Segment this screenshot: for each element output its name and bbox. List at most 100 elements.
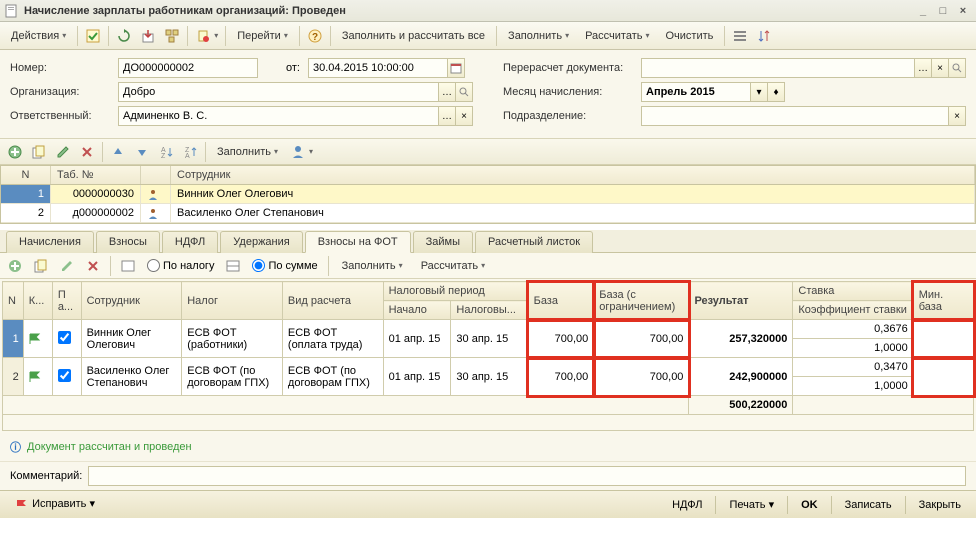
tab-copy-button[interactable]: [30, 255, 52, 277]
table-row[interactable]: 1 0000000030 Винник Олег Олегович: [1, 185, 975, 204]
print-button[interactable]: Печать ▾: [720, 494, 783, 515]
date-input[interactable]: [308, 58, 448, 78]
move-down-button[interactable]: [131, 141, 153, 163]
check-icon[interactable]: [52, 358, 81, 396]
help-button[interactable]: ?: [304, 25, 326, 47]
recalc-select-button[interactable]: …: [914, 58, 932, 78]
dept-input[interactable]: [641, 106, 949, 126]
recalc-label: Перерасчет документа:: [503, 62, 633, 74]
sort-desc-button[interactable]: ZA: [179, 141, 201, 163]
struct-button[interactable]: [161, 25, 183, 47]
tab-ndfl[interactable]: НДФЛ: [162, 231, 218, 253]
move-up-button[interactable]: [107, 141, 129, 163]
fix-button[interactable]: Исправить ▾: [6, 493, 104, 515]
org-label: Организация:: [10, 86, 110, 98]
dept-clear-button[interactable]: ×: [948, 106, 966, 126]
fill-calc-all-button[interactable]: Заполнить и рассчитать все: [335, 25, 492, 47]
employee-grid: N Таб. № Сотрудник 1 0000000030 Винник О…: [0, 165, 976, 224]
clear-button[interactable]: Очистить: [659, 25, 721, 47]
comment-label: Комментарий:: [10, 470, 82, 482]
resp-select-button[interactable]: …: [438, 106, 456, 126]
table-row[interactable]: 2 Василенко Олег Степанович ЕСВ ФОТ (по …: [3, 358, 974, 377]
by-tax-radio[interactable]: По налогу: [147, 259, 214, 272]
actions-menu[interactable]: Действия▾: [4, 25, 73, 47]
save-button[interactable]: Записать: [836, 495, 901, 515]
tab-add-button[interactable]: [4, 255, 26, 277]
tab-fill-menu[interactable]: Заполнить▾: [335, 255, 410, 277]
main-toolbar: Действия▾ ▾ Перейти▾ ? Заполнить и рассч…: [0, 22, 976, 50]
month-spin-button[interactable]: ♦: [767, 82, 785, 102]
month-label: Месяц начисления:: [503, 86, 633, 98]
col-tab[interactable]: Таб. №: [51, 166, 141, 184]
month-input[interactable]: [641, 82, 751, 102]
table-row[interactable]: 1 Винник Олег Олегович ЕСВ ФОТ (работник…: [3, 320, 974, 339]
tab-fot[interactable]: Взносы на ФОТ: [305, 231, 411, 253]
user-menu[interactable]: ▾: [287, 141, 316, 163]
sub-fill-menu[interactable]: Заполнить▾: [210, 141, 285, 163]
tab-deduct[interactable]: Удержания: [220, 231, 302, 253]
tab-view-button[interactable]: [117, 255, 139, 277]
import-button[interactable]: [137, 25, 159, 47]
maximize-button[interactable]: □: [934, 3, 952, 19]
calc-menu[interactable]: Рассчитать▾: [578, 25, 656, 47]
tab-calc-menu[interactable]: Рассчитать▾: [414, 255, 492, 277]
col-n[interactable]: N: [1, 166, 51, 184]
date-picker-button[interactable]: [447, 58, 465, 78]
flag-icon: [23, 320, 52, 358]
delete-row-button[interactable]: [76, 141, 98, 163]
org-select-button[interactable]: …: [438, 82, 456, 102]
status-text: Документ рассчитан и проведен: [27, 441, 192, 453]
tab-accruals[interactable]: Начисления: [6, 231, 94, 253]
tab-delete-button[interactable]: [82, 255, 104, 277]
by-sum-radio[interactable]: По сумме: [252, 259, 317, 272]
org-input[interactable]: [118, 82, 439, 102]
person-icon: [141, 185, 171, 203]
sort-asc-button[interactable]: AZ: [155, 141, 177, 163]
contributions-grid: N К... П а... Сотрудник Налог Вид расчет…: [2, 281, 974, 431]
attach-button[interactable]: ▾: [192, 25, 221, 47]
ndfl-button[interactable]: НДФЛ: [663, 495, 711, 515]
tab-edit-button[interactable]: [56, 255, 78, 277]
col-emp[interactable]: Сотрудник: [171, 166, 975, 184]
list-button[interactable]: [729, 25, 751, 47]
refresh-button[interactable]: [113, 25, 135, 47]
number-input[interactable]: [118, 58, 258, 78]
tab-loans[interactable]: Займы: [413, 231, 473, 253]
date-label: от:: [286, 62, 300, 74]
recalc-open-button[interactable]: [948, 58, 966, 78]
sort-button[interactable]: [753, 25, 775, 47]
resp-label: Ответственный:: [10, 110, 110, 122]
window-title: Начисление зарплаты работникам организац…: [24, 5, 914, 17]
copy-row-button[interactable]: [28, 141, 50, 163]
org-open-button[interactable]: [455, 82, 473, 102]
recalc-input[interactable]: [641, 58, 915, 78]
col-icon[interactable]: [141, 166, 171, 184]
check-icon[interactable]: [52, 320, 81, 358]
resp-input[interactable]: [118, 106, 439, 126]
svg-text:?: ?: [312, 32, 318, 43]
close-button[interactable]: ×: [954, 3, 972, 19]
doc-icon: [4, 3, 20, 19]
employee-toolbar: AZ ZA Заполнить▾ ▾: [0, 139, 976, 165]
tab-view2-button[interactable]: [222, 255, 244, 277]
ok-button[interactable]: OK: [792, 495, 827, 515]
svg-text:A: A: [185, 153, 190, 160]
close-link[interactable]: Закрыть: [910, 495, 970, 515]
goto-menu[interactable]: Перейти▾: [230, 25, 295, 47]
total-row: 500,220000: [3, 396, 974, 415]
table-row[interactable]: 2 д000000002 Василенко Олег Степанович: [1, 204, 975, 223]
post-button[interactable]: [82, 25, 104, 47]
fill-menu[interactable]: Заполнить▾: [501, 25, 576, 47]
person-icon: [141, 204, 171, 222]
minimize-button[interactable]: _: [914, 3, 932, 19]
month-dropdown-button[interactable]: ▾: [750, 82, 768, 102]
tab-payslip[interactable]: Расчетный листок: [475, 231, 593, 253]
add-row-button[interactable]: [4, 141, 26, 163]
recalc-clear-button[interactable]: ×: [931, 58, 949, 78]
resp-clear-button[interactable]: ×: [455, 106, 473, 126]
comment-input[interactable]: [88, 466, 966, 486]
edit-row-button[interactable]: [52, 141, 74, 163]
tab-contrib[interactable]: Взносы: [96, 231, 160, 253]
info-icon: ⓘ: [10, 439, 21, 455]
dept-label: Подразделение:: [503, 110, 633, 122]
